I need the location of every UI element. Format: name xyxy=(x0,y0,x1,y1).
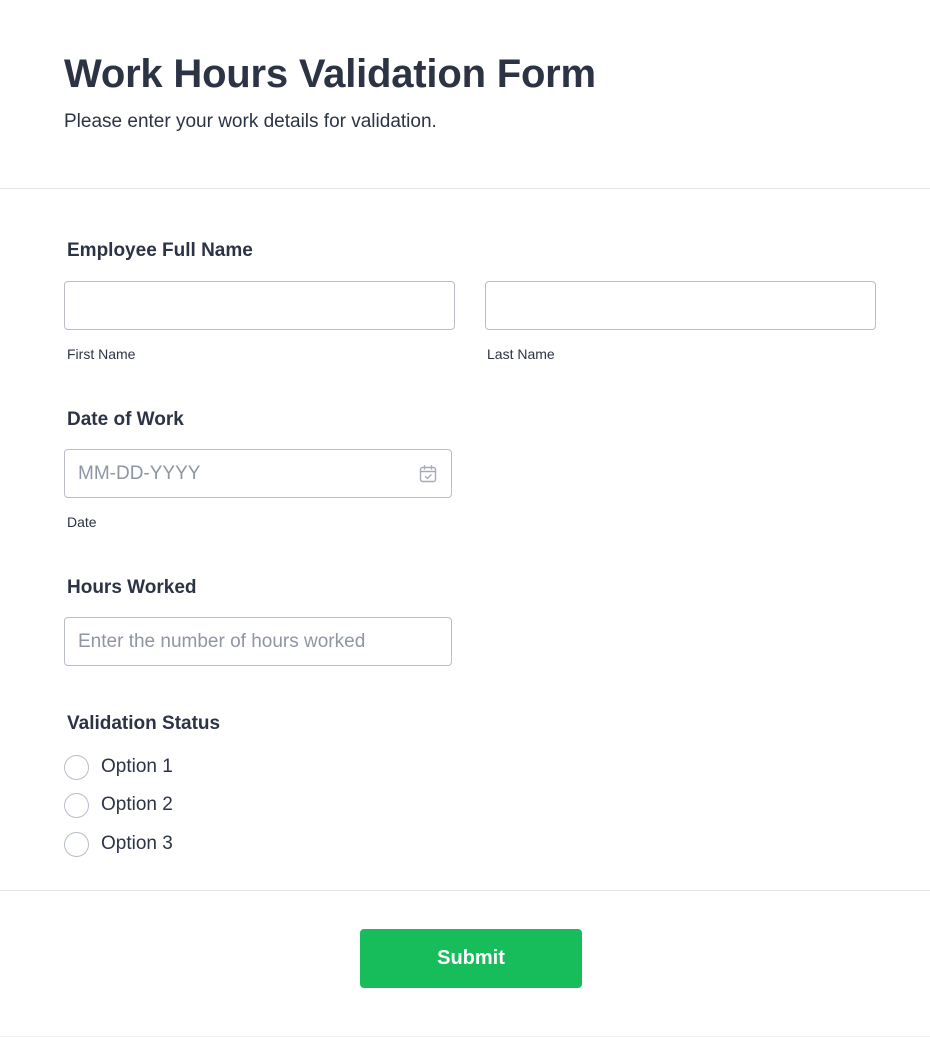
form-header: Work Hours Validation Form Please enter … xyxy=(0,0,930,189)
radio-option-2[interactable]: Option 2 xyxy=(64,792,173,818)
last-name-sublabel: Last Name xyxy=(487,346,555,362)
form-subtitle: Please enter your work details for valid… xyxy=(64,111,437,132)
radio-option-label: Option 3 xyxy=(101,833,173,854)
footer-divider xyxy=(0,890,930,891)
radio-button[interactable] xyxy=(64,831,89,857)
form-title: Work Hours Validation Form xyxy=(64,52,596,96)
bottom-divider xyxy=(0,1036,930,1037)
radio-option-label: Option 2 xyxy=(101,794,173,815)
radio-option-3[interactable]: Option 3 xyxy=(64,831,173,857)
employee-name-label: Employee Full Name xyxy=(67,240,253,261)
hours-worked-label: Hours Worked xyxy=(67,577,197,598)
first-name-sublabel: First Name xyxy=(67,346,136,362)
date-of-work-label: Date of Work xyxy=(67,409,184,430)
first-name-input[interactable] xyxy=(64,281,455,330)
hours-worked-input[interactable] xyxy=(64,617,452,666)
submit-button[interactable]: Submit xyxy=(360,929,582,988)
calendar-icon[interactable] xyxy=(418,464,438,484)
validation-status-label: Validation Status xyxy=(67,713,221,734)
radio-button[interactable] xyxy=(64,792,89,818)
form-page: Work Hours Validation Form Please enter … xyxy=(0,0,930,1038)
last-name-input[interactable] xyxy=(485,281,876,330)
radio-option-1[interactable]: Option 1 xyxy=(64,754,173,780)
radio-option-label: Option 1 xyxy=(101,756,173,777)
date-input[interactable] xyxy=(64,449,452,498)
radio-button[interactable] xyxy=(64,754,89,780)
date-sublabel: Date xyxy=(67,514,97,530)
